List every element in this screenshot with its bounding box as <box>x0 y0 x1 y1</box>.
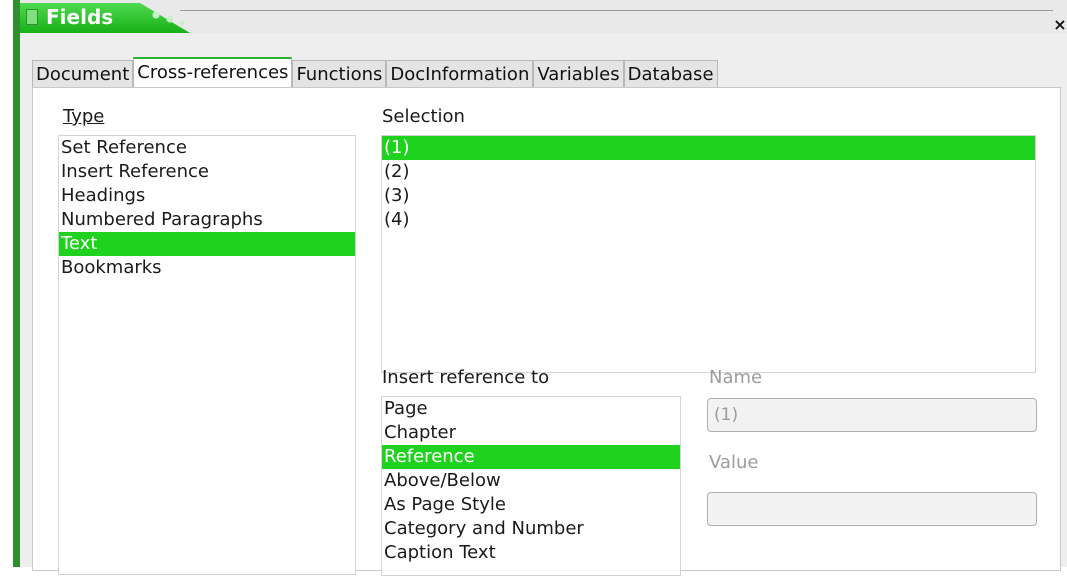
insert-reference-label: Insert reference to <box>382 367 550 388</box>
tab-functions[interactable]: Functions <box>292 60 387 87</box>
reference-item-reference[interactable]: Reference <box>382 445 680 469</box>
selection-label: Selection <box>382 106 465 127</box>
reference-item-chapter[interactable]: Chapter <box>382 421 680 445</box>
name-label: Name <box>709 367 763 388</box>
type-item-text[interactable]: Text <box>59 232 355 256</box>
reference-item-caption-text[interactable]: Caption Text <box>382 541 680 565</box>
value-field[interactable] <box>707 492 1037 526</box>
selection-item[interactable]: (1) <box>382 136 1035 160</box>
reference-item-above-below[interactable]: Above/Below <box>382 469 680 493</box>
selection-item[interactable]: (4) <box>382 208 1035 232</box>
selection-item[interactable]: (2) <box>382 160 1035 184</box>
type-list[interactable]: Set Reference Insert Reference Headings … <box>58 135 356 575</box>
tab-database[interactable]: Database <box>623 60 718 87</box>
tab-variables[interactable]: Variables <box>533 60 624 87</box>
reference-item-as-page-style[interactable]: As Page Style <box>382 493 680 517</box>
tab-bar: Document Cross-references Functions DocI… <box>32 57 718 87</box>
title-decoration <box>148 9 188 27</box>
type-label: Type <box>63 106 105 127</box>
reference-item-page[interactable]: Page <box>382 397 680 421</box>
window-title: Fields <box>46 5 114 29</box>
tab-docinformation[interactable]: DocInformation <box>386 60 534 87</box>
insert-reference-list[interactable]: Page Chapter Reference Above/Below As Pa… <box>381 396 681 576</box>
type-item-numbered-paragraphs[interactable]: Numbered Paragraphs <box>59 208 355 232</box>
type-item-headings[interactable]: Headings <box>59 184 355 208</box>
name-field[interactable]: (1) <box>707 398 1037 432</box>
title-divider <box>180 10 1053 11</box>
tab-cross-references[interactable]: Cross-references <box>133 57 293 87</box>
type-item-insert-reference[interactable]: Insert Reference <box>59 160 355 184</box>
cross-references-panel: Type Set Reference Insert Reference Head… <box>32 87 1061 576</box>
tab-document[interactable]: Document <box>32 60 134 87</box>
selection-list[interactable]: (1) (2) (3) (4) <box>381 135 1036 373</box>
type-item-bookmarks[interactable]: Bookmarks <box>59 256 355 280</box>
fields-app-icon <box>26 9 38 25</box>
type-item-set-reference[interactable]: Set Reference <box>59 136 355 160</box>
value-label: Value <box>709 452 759 473</box>
reference-item-category-and-number[interactable]: Category and Number <box>382 517 680 541</box>
title-bar[interactable]: Fields × <box>20 0 1067 33</box>
close-icon[interactable]: × <box>1053 17 1067 33</box>
selection-item[interactable]: (3) <box>382 184 1035 208</box>
fields-dialog: Fields × Document Cross-references Funct… <box>13 0 1067 576</box>
